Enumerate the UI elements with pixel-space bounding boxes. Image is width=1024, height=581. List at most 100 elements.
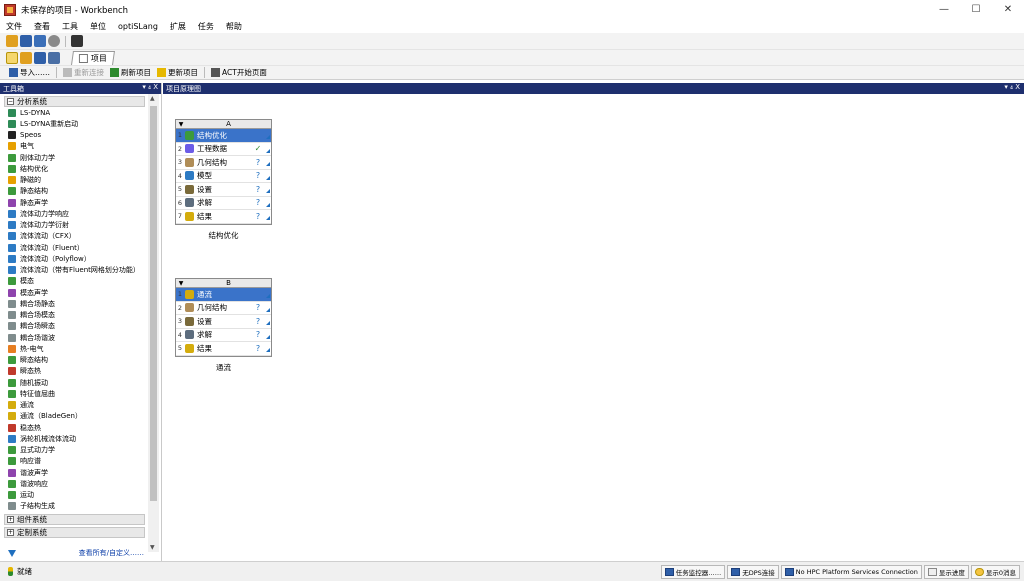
block-cell[interactable]: 3 几何结构? — [176, 156, 271, 170]
menu-extensions[interactable]: 扩展 — [164, 21, 192, 32]
update-project-button[interactable]: 更新项目 — [154, 67, 201, 78]
close-button[interactable]: ✕ — [992, 0, 1024, 19]
record-icon[interactable] — [48, 35, 60, 47]
block-cell[interactable]: 7 结果? — [176, 210, 271, 224]
block-cell[interactable]: 1 通流 — [176, 288, 271, 302]
import-button[interactable]: 导入…… — [6, 67, 53, 78]
block-caption[interactable]: 通流 — [175, 362, 272, 373]
toolbox-item[interactable]: 静磁的 — [8, 175, 148, 186]
block-cell[interactable]: 4 求解? — [176, 329, 271, 342]
new-file-icon[interactable] — [6, 51, 18, 64]
toolbox-item[interactable]: 热-电气 — [8, 343, 148, 354]
section-component-systems[interactable]: + 组件系统 — [4, 514, 145, 525]
hpc-connection-button[interactable]: No HPC Platform Services Connection — [780, 564, 922, 579]
menu-optislang[interactable]: optiSLang — [112, 22, 164, 31]
section-analysis-systems[interactable]: − 分析系统 — [4, 96, 145, 107]
block-menu-arrow-icon[interactable]: ▼ — [176, 280, 186, 287]
toolbox-item[interactable]: 静态结构 — [8, 186, 148, 197]
toolbox-item[interactable]: 耦合场谐波 — [8, 332, 148, 343]
block-cell[interactable]: 2 几何结构? — [176, 302, 271, 315]
view-all-customize-link[interactable]: 查看所有/自定义…… — [79, 548, 144, 558]
toolbox-item[interactable]: 通流（BladeGen） — [8, 411, 148, 422]
task-monitor-button[interactable]: 任务监控器…… — [660, 564, 726, 579]
scrollbar-thumb[interactable] — [150, 106, 157, 501]
toolbox-scrollbar[interactable]: ▲ ▼ — [148, 94, 159, 552]
open-folder-icon[interactable] — [6, 35, 18, 47]
toolbox-item[interactable]: 涡轮机械流体流动 — [8, 433, 148, 444]
toolbox-item[interactable]: 通流 — [8, 400, 148, 411]
toolbox-item[interactable]: 运动 — [8, 490, 148, 501]
toolbox-item[interactable]: 响应谱 — [8, 456, 148, 467]
toolbox-item[interactable]: 耦合场静态 — [8, 298, 148, 309]
block-cell[interactable]: 4 模型? — [176, 170, 271, 183]
toolbox-item[interactable]: 特征值屈曲 — [8, 388, 148, 399]
save-as-icon[interactable] — [48, 51, 60, 64]
toolbox-item[interactable]: 静态声学 — [8, 197, 148, 208]
toolbox-item[interactable]: 瞬态结构 — [8, 355, 148, 366]
hpc-connection-label: No HPC Platform Services Connection — [795, 567, 918, 576]
script-icon[interactable] — [71, 35, 83, 47]
toolbox-item[interactable]: 谐波声学 — [8, 467, 148, 478]
toolbox-item[interactable]: 随机振动 — [8, 377, 148, 388]
system-block-a[interactable]: ▼ A 1 结构优化 2 工程数据 ✓ 3 几何结构? 4 模型? 5 设置? 6 求解? 7 结果? — [175, 119, 272, 225]
toolbox-item[interactable]: 流体流动（CFX） — [8, 231, 148, 242]
menu-tools[interactable]: 工具 — [56, 21, 84, 32]
toolbox-item[interactable]: 刚体动力学 — [8, 152, 148, 163]
toolbox-item[interactable]: 流体流动（带有Fluent网格划分功能） — [8, 265, 148, 276]
block-caption[interactable]: 结构优化 — [175, 230, 272, 241]
save-icon[interactable] — [20, 35, 32, 47]
filter-icon[interactable] — [8, 549, 16, 557]
toolbox-item[interactable]: 显式动力学 — [8, 445, 148, 456]
act-start-page-button[interactable]: ACT开始页面 — [208, 67, 270, 78]
reconnect-button[interactable]: 重新连接 — [60, 67, 107, 78]
show-messages-button[interactable]: 显示0消息 — [970, 564, 1020, 579]
maximize-button[interactable]: ☐ — [960, 0, 992, 19]
toolbox-item[interactable]: 流体动力学响应 — [8, 208, 148, 219]
block-cell[interactable]: 5 结果? — [176, 342, 271, 356]
system-block-b[interactable]: ▼ B 1 通流 2 几何结构? 3 设置? 4 求解? 5 结果? — [175, 278, 272, 357]
show-progress-button[interactable]: 显示进度 — [923, 564, 969, 579]
menu-file[interactable]: 文件 — [0, 21, 28, 32]
menu-view[interactable]: 查看 — [28, 21, 56, 32]
schematic-panel-controls[interactable]: ▾ ₄ X — [1004, 83, 1020, 91]
minimize-button[interactable]: — — [928, 0, 960, 19]
menu-units[interactable]: 单位 — [84, 21, 112, 32]
block-header[interactable]: ▼ B — [176, 279, 271, 288]
toolbox-item[interactable]: 谐波响应 — [8, 478, 148, 489]
block-cell[interactable]: 3 设置? — [176, 315, 271, 329]
toolbox-item[interactable]: LS-DYNA重新启动 — [8, 118, 148, 129]
toolbox-item[interactable]: 稳态热 — [8, 422, 148, 433]
toolbox-item[interactable]: 模态声学 — [8, 287, 148, 298]
block-menu-arrow-icon[interactable]: ▼ — [176, 121, 186, 128]
toolbox-item[interactable]: 流体流动（Fluent） — [8, 242, 148, 253]
scroll-up-icon[interactable]: ▲ — [150, 95, 155, 102]
refresh-project-button[interactable]: 刷新项目 — [107, 67, 154, 78]
toolbox-item[interactable]: 流体流动（Polyflow） — [8, 253, 148, 264]
toolbox-item[interactable]: 子结构生成 — [8, 501, 148, 512]
save-icon[interactable] — [34, 51, 46, 64]
toolbox-item-label: 稳态热 — [20, 423, 41, 432]
toolbox-item[interactable]: 耦合场模态 — [8, 310, 148, 321]
block-cell[interactable]: 1 结构优化 — [176, 129, 271, 143]
open-icon[interactable] — [20, 51, 32, 64]
section-custom-systems[interactable]: + 定制系统 — [4, 527, 145, 538]
block-header[interactable]: ▼ A — [176, 120, 271, 129]
toolbox-panel-controls[interactable]: ▾ ₄ X — [142, 83, 158, 91]
toolbox-item[interactable]: Speos — [8, 130, 148, 141]
block-cell[interactable]: 6 求解? — [176, 197, 271, 210]
block-cell[interactable]: 5 设置? — [176, 183, 271, 197]
menu-jobs[interactable]: 任务 — [192, 21, 220, 32]
scroll-down-icon[interactable]: ▼ — [150, 544, 155, 551]
save-as-icon[interactable] — [34, 35, 46, 47]
toolbox-item[interactable]: LS-DYNA — [8, 107, 148, 118]
tab-project[interactable]: 项目 — [71, 50, 115, 65]
menu-help[interactable]: 帮助 — [220, 21, 248, 32]
toolbox-item[interactable]: 结构优化 — [8, 163, 148, 174]
block-cell[interactable]: 2 工程数据 ✓ — [176, 143, 271, 156]
toolbox-item[interactable]: 流体动力学衍射 — [8, 220, 148, 231]
toolbox-item[interactable]: 电气 — [8, 141, 148, 152]
toolbox-item[interactable]: 耦合场瞬态 — [8, 321, 148, 332]
toolbox-item[interactable]: 模态 — [8, 276, 148, 287]
dps-connection-button[interactable]: 无DPS连接 — [727, 564, 779, 579]
toolbox-item[interactable]: 瞬态热 — [8, 366, 148, 377]
